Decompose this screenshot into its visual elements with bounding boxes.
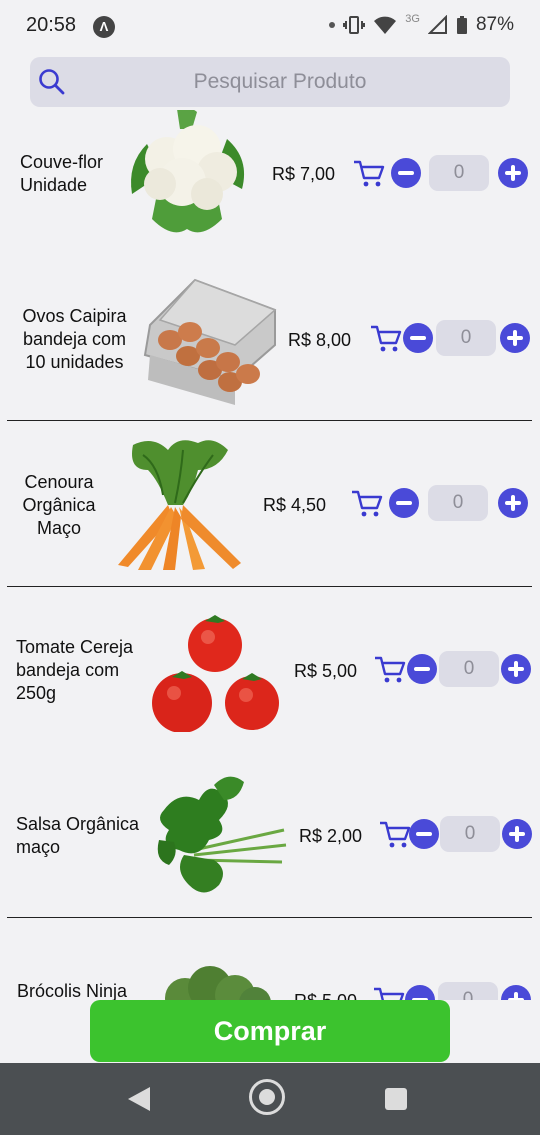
cart-icon[interactable] [372, 986, 406, 1000]
product-price: R$ 8,00 [288, 330, 352, 350]
decrease-quantity-button[interactable] [405, 985, 435, 1000]
back-icon[interactable] [128, 1087, 150, 1111]
quantity-field[interactable]: 0 [440, 816, 500, 852]
battery-percent: 87% [475, 14, 514, 35]
increase-quantity-button[interactable] [501, 985, 531, 1000]
search-input[interactable]: Pesquisar Produto [30, 70, 510, 94]
carrots-image [118, 440, 241, 570]
wifi-icon [374, 16, 397, 34]
recent-apps-icon[interactable] [385, 1088, 407, 1110]
product-price: R$ 7,00 [272, 164, 336, 184]
eggs-image [143, 278, 277, 405]
battery-icon [456, 16, 467, 34]
product-item: Cenoura Orgânica Maço R$ 4,50 0 [0, 421, 540, 586]
cauliflower-image [131, 110, 245, 233]
navigation-bar [0, 1063, 540, 1135]
product-name: Tomate Cereja bandeja com 250g [16, 637, 134, 703]
product-item: Salsa Orgânica maço R$ 2,00 0 [0, 752, 540, 917]
cart-icon[interactable] [352, 159, 386, 189]
product-price: R$ 4,50 [263, 495, 327, 515]
quantity-field[interactable]: 0 [439, 651, 499, 687]
cart-icon[interactable] [373, 655, 407, 685]
search-bar[interactable]: Pesquisar Produto [30, 57, 510, 107]
product-price: R$ 5,00 [294, 661, 358, 681]
quantity-field[interactable]: 0 [438, 982, 498, 1000]
product-item: Ovos Caipira bandeja com 10 unidades R$ … [0, 255, 540, 420]
product-name: Brócolis Ninja [17, 981, 128, 1000]
decrease-quantity-button[interactable] [409, 819, 439, 849]
status-bar: 20:58 Λ 3G 87% [0, 0, 540, 56]
cart-icon[interactable] [350, 489, 384, 519]
quantity-field[interactable]: 0 [429, 155, 489, 191]
increase-quantity-button[interactable] [498, 158, 528, 188]
cart-icon[interactable] [378, 820, 412, 850]
product-item: Tomate Cereja bandeja com 250g R$ 5,00 0 [0, 587, 540, 752]
quantity-field[interactable]: 0 [428, 485, 488, 521]
product-name: Couve-flor Unidade [20, 152, 104, 195]
status-time: 20:58 [26, 14, 77, 36]
signal-icon [427, 15, 447, 34]
cart-icon[interactable] [369, 324, 403, 354]
decrease-quantity-button[interactable] [407, 654, 437, 684]
increase-quantity-button[interactable] [501, 654, 531, 684]
product-item: Couve-flor Unidade R$ 7,00 0 [0, 110, 540, 255]
product-name: Cenoura Orgânica Maço [22, 472, 96, 538]
product-name: Ovos Caipira bandeja com 10 unidades [22, 306, 127, 372]
parsley-image [157, 776, 287, 893]
decrease-quantity-button[interactable] [403, 323, 433, 353]
buy-button[interactable]: Comprar [90, 1000, 450, 1062]
product-name: Salsa Orgânica maço [16, 814, 140, 857]
network-type: 3G [405, 13, 420, 25]
broccoli-image [165, 966, 271, 1000]
decrease-quantity-button[interactable] [389, 488, 419, 518]
vibrate-icon [343, 16, 366, 34]
home-icon[interactable] [249, 1079, 285, 1115]
product-item: Brócolis Ninja R$ 5,00 0 [0, 918, 540, 1000]
product-list[interactable]: Couve-flor Unidade R$ 7,00 0 Ovos Caipir… [0, 110, 540, 1000]
quantity-field[interactable]: 0 [436, 320, 496, 356]
notification-dot-icon [329, 22, 336, 28]
product-price: R$ 2,00 [299, 826, 363, 846]
product-price: R$ 5,00 [294, 991, 357, 1000]
increase-quantity-button[interactable] [498, 488, 528, 518]
decrease-quantity-button[interactable] [391, 158, 421, 188]
tomatoes-image [152, 615, 279, 732]
increase-quantity-button[interactable] [500, 323, 530, 353]
increase-quantity-button[interactable] [502, 819, 532, 849]
app-notification-icon: Λ [93, 16, 115, 38]
